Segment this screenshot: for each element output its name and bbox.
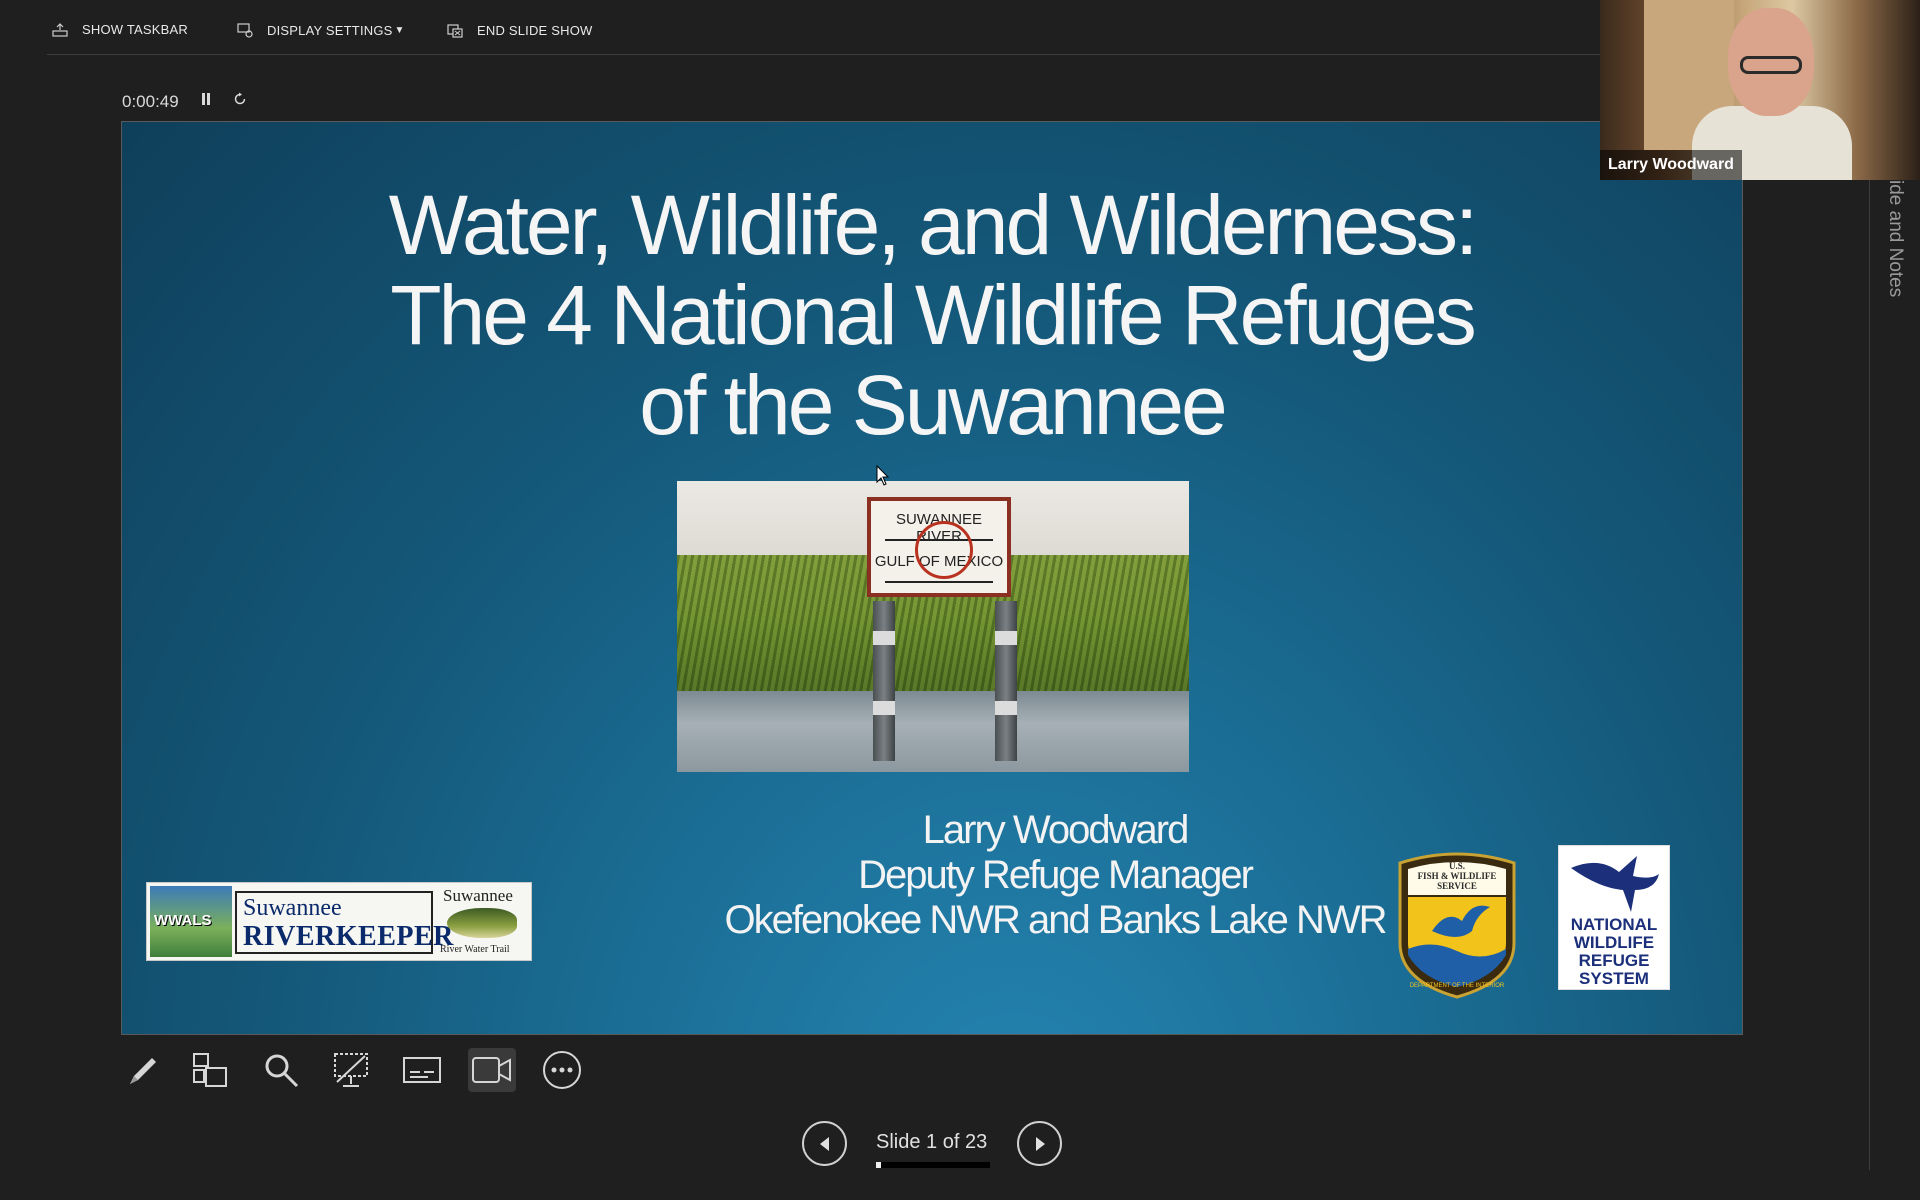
webcam-participant-name: Larry Woodward xyxy=(1600,150,1742,180)
end-slide-show-icon xyxy=(447,24,463,38)
camera-toggle-button[interactable] xyxy=(468,1048,516,1092)
riverkeeper-line1: Suwannee xyxy=(243,895,342,921)
presenter-webcam: Larry Woodward xyxy=(1600,0,1920,180)
trail-line1: Suwannee xyxy=(443,886,513,905)
presenter-affiliation: Okefenokee NWR and Banks Lake NWR xyxy=(724,898,1388,942)
restart-timer-button[interactable] xyxy=(233,92,247,111)
water-trail-mark: Suwannee River Water Trail xyxy=(437,886,530,959)
presenter-info: Larry Woodward Deputy Refuge Manager Oke… xyxy=(625,808,1485,943)
presenter-name: Larry Woodward xyxy=(922,808,1190,852)
more-options-icon xyxy=(543,1051,581,1089)
previous-slide-button[interactable] xyxy=(802,1121,847,1166)
slide-title-line: The 4 National Wildlife Refuges xyxy=(390,268,1477,362)
display-settings-button[interactable]: DISPLAY SETTINGS ▼ xyxy=(237,22,405,38)
suwannee-river-sign-photo: SUWANNEE RIVER GULF OF MEXICO xyxy=(677,481,1189,772)
current-slide[interactable]: Water, Wildlife, and Wilderness: The 4 N… xyxy=(121,121,1743,1035)
suwannee-riverkeeper-logo: WWALS Suwannee RIVERKEEPER Suwannee Rive… xyxy=(146,882,532,961)
webcam-person-glasses xyxy=(1740,56,1802,74)
elapsed-timer: 0:00:49 xyxy=(122,92,179,111)
riverkeeper-mark: Suwannee RIVERKEEPER xyxy=(235,891,453,954)
trail-line2: River Water Trail xyxy=(440,944,510,955)
display-settings-label: DISPLAY SETTINGS xyxy=(267,22,393,38)
nwrs-line: REFUGE xyxy=(1578,951,1650,970)
subtitles-icon xyxy=(403,1057,441,1083)
slide-counter[interactable]: Slide 1 of 23 xyxy=(876,1131,987,1154)
notes-panel-divider[interactable] xyxy=(1869,180,1870,1170)
chevron-down-icon: ▼ xyxy=(394,24,405,36)
pause-icon xyxy=(202,93,210,105)
see-all-slides-icon xyxy=(193,1053,227,1087)
zoom-button[interactable] xyxy=(257,1048,305,1092)
pause-timer-button[interactable] xyxy=(200,92,212,111)
pen-icon xyxy=(130,1058,156,1084)
fish-wildlife-service-badge: U.S. FISH & WILDLIFE SERVICE DEPARTMENT … xyxy=(1392,851,1522,999)
riverkeeper-line2: RIVERKEEPER xyxy=(243,921,454,952)
display-settings-icon xyxy=(237,23,253,38)
subtitles-button[interactable] xyxy=(398,1048,446,1092)
next-arrow-icon xyxy=(1035,1136,1045,1151)
see-all-slides-button[interactable] xyxy=(186,1048,234,1092)
nwrs-line: WILDLIFE xyxy=(1573,933,1655,952)
fws-text: DEPARTMENT OF THE INTERIOR xyxy=(1409,983,1505,989)
fws-text: FISH & WILDLIFE xyxy=(1417,871,1497,881)
taskbar-icon xyxy=(52,22,68,37)
wwals-text: WWALS xyxy=(154,912,212,929)
previous-arrow-icon xyxy=(819,1136,829,1151)
end-slide-show-button[interactable]: END SLIDE SHOW xyxy=(447,22,592,38)
end-slide-show-label: END SLIDE SHOW xyxy=(477,22,593,38)
black-screen-button[interactable] xyxy=(327,1048,375,1092)
sign-post xyxy=(873,601,895,761)
next-slide-button[interactable] xyxy=(1017,1121,1062,1166)
topbar-divider xyxy=(47,54,1600,55)
zoom-icon xyxy=(265,1054,299,1088)
flying-goose-icon xyxy=(1571,856,1659,912)
sign-post xyxy=(995,601,1017,761)
photo-water xyxy=(677,691,1189,772)
slide-progress-bar xyxy=(876,1162,990,1168)
slide-title: Water, Wildlife, and Wilderness: The 4 N… xyxy=(352,180,1512,450)
slide-title-line: of the Suwannee xyxy=(639,358,1228,452)
black-screen-icon xyxy=(334,1053,368,1087)
slide-progress-fill xyxy=(876,1162,881,1168)
national-wildlife-refuge-system-logo: NATIONAL WILDLIFE REFUGE SYSTEM xyxy=(1558,845,1670,990)
pen-tool-button[interactable] xyxy=(118,1048,166,1092)
presenter-top-bar: SHOW TASKBAR DISPLAY SETTINGS ▼ END SLID… xyxy=(0,0,1600,56)
nwrs-text: NATIONAL WILDLIFE REFUGE SYSTEM xyxy=(1559,916,1669,988)
fws-text: SERVICE xyxy=(1437,881,1477,891)
side-panel-text: ide and Notes xyxy=(1885,180,1906,298)
nwrs-line: NATIONAL xyxy=(1570,915,1658,934)
slide-title-line: Water, Wildlife, and Wilderness: xyxy=(388,178,1479,272)
show-taskbar-label: SHOW TASKBAR xyxy=(82,22,188,37)
camera-icon xyxy=(472,1057,511,1083)
bass-fish-icon xyxy=(447,908,517,938)
fws-text: U.S. xyxy=(1448,861,1465,871)
more-options-button[interactable] xyxy=(538,1048,586,1092)
river-sign: SUWANNEE RIVER GULF OF MEXICO xyxy=(867,497,1011,597)
nwrs-line: SYSTEM xyxy=(1579,969,1649,988)
restart-icon xyxy=(234,92,246,105)
mouse-cursor-icon xyxy=(876,465,890,486)
wwals-logo: WWALS xyxy=(150,886,232,957)
show-taskbar-button[interactable]: SHOW TASKBAR xyxy=(52,22,188,37)
presenter-title: Deputy Refuge Manager xyxy=(858,853,1254,897)
slide-and-notes-label: ide and Notes xyxy=(1880,180,1910,320)
sign-marker-circle xyxy=(915,521,973,579)
